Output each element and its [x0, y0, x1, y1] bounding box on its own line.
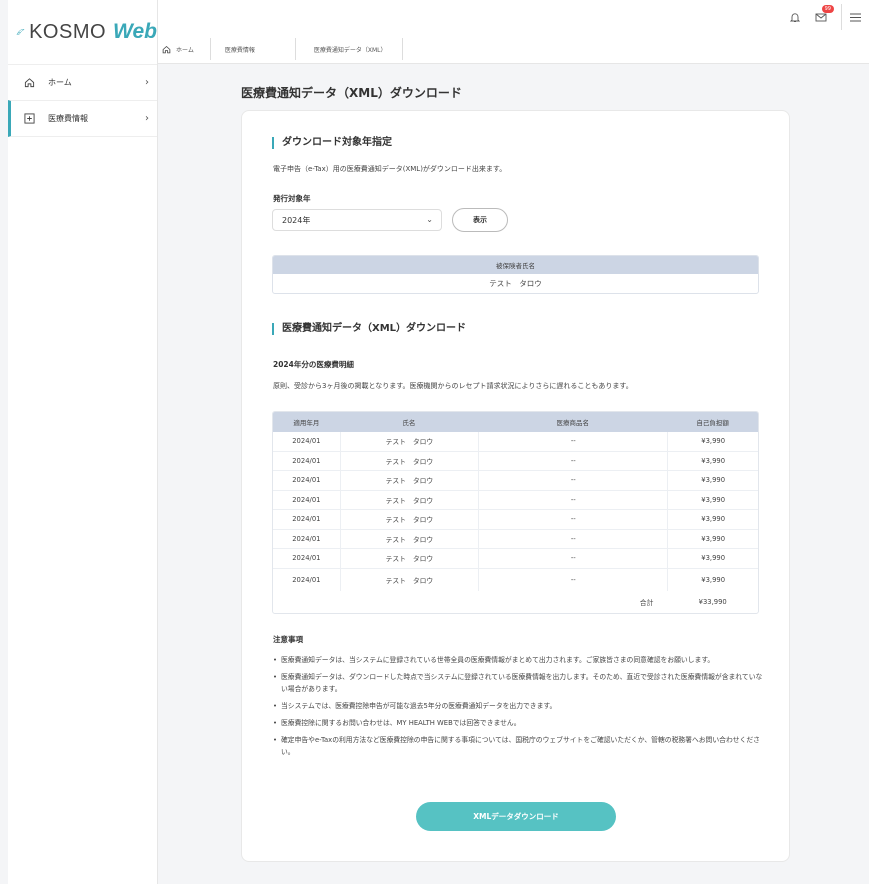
table-cell: --	[478, 529, 667, 548]
download-year-description: 電子申告（e-Tax）用の医療費通知データ(XML)がダウンロード出来ます。	[273, 165, 507, 173]
table-cell: 2024/01	[292, 495, 321, 504]
table-cell: --	[478, 490, 667, 509]
sidebar-item-label: ホーム	[48, 78, 72, 87]
table-row: 2024/01 テスト タロウ -- ¥3,990	[273, 432, 758, 452]
table-cell: ¥3,990	[667, 510, 758, 529]
table-cell: 2024/01	[292, 456, 321, 465]
table-row: 2024/01 テスト タロウ -- ¥3,990	[273, 451, 758, 471]
column-header: 医療商品名	[556, 419, 590, 427]
table-cell: 2024/01	[292, 437, 321, 446]
notes-title: 注意事項	[273, 635, 303, 644]
table-cell: テスト タロウ	[339, 510, 478, 529]
table-cell: --	[478, 432, 667, 451]
table-cell: --	[478, 568, 667, 591]
detail-title: 2024年分の医療費明細	[273, 360, 354, 369]
table-row: 2024/01 テスト タロウ -- ¥3,990	[273, 529, 758, 549]
header-icons: 99	[779, 4, 869, 30]
table-cell: ¥3,990	[667, 529, 758, 548]
logo-text: KOSMO	[29, 20, 107, 43]
note-item: 医療費通知データは、当システムに登録されている世帯全員の医療費情報がまとめて出力…	[273, 654, 768, 666]
chevron-down-icon: ⌄	[426, 215, 433, 224]
table-cell: テスト タロウ	[339, 451, 478, 470]
sidebar-item-medical-expenses[interactable]: 医療費情報 ›	[8, 100, 157, 137]
hamburger-menu-icon[interactable]	[841, 4, 869, 30]
table-cell: --	[478, 549, 667, 568]
table-cell: 2024/01	[292, 476, 321, 485]
year-label: 発行対象年	[273, 194, 311, 203]
table-cell: 2024/01	[292, 515, 321, 524]
table-cell: --	[478, 471, 667, 490]
note-item: 当システムでは、医療費控除申告が可能な過去5年分の医療費通知データを出力できます…	[273, 700, 768, 712]
table-cell: テスト タロウ	[339, 549, 478, 568]
table-row: 2024/01 テスト タロウ -- ¥3,990	[273, 549, 758, 569]
note-item: 医療費通知データは、ダウンロードした時点で当システムに登録されている医療費情報を…	[273, 671, 768, 695]
breadcrumb-item-current: 医療費通知データ（XML）	[296, 38, 404, 60]
show-button[interactable]: 表示	[452, 208, 508, 232]
mail-icon[interactable]: 99	[811, 5, 834, 27]
table-total-row: 合計 ¥33,990	[273, 591, 758, 613]
sidebar-item-label: 医療費情報	[48, 114, 88, 123]
top-bar: 99 ホーム 医療費情報 医療費通知データ（XML）	[158, 0, 869, 64]
home-icon	[22, 76, 36, 90]
table-cell: ¥3,990	[667, 568, 758, 591]
table-cell: テスト タロウ	[339, 529, 478, 548]
detail-table: 適用年月 氏名 医療商品名 自己負担額 2024/01 テスト タロウ -- ¥3,9…	[272, 411, 759, 614]
column-header: 氏名	[402, 419, 416, 427]
table-cell: --	[478, 451, 667, 470]
sidebar-item-home[interactable]: ホーム ›	[8, 64, 157, 100]
logo-icon	[16, 29, 25, 36]
insured-name: テスト タロウ	[489, 279, 542, 288]
bell-icon[interactable]	[785, 7, 805, 27]
year-select[interactable]: 2024年 ⌄	[272, 209, 442, 231]
table-row: 2024/01 テスト タロウ -- ¥3,990	[273, 490, 758, 510]
notification-badge: 99	[821, 5, 834, 13]
home-icon	[162, 45, 171, 54]
breadcrumb: ホーム 医療費情報 医療費通知データ（XML）	[158, 38, 404, 60]
table-cell: ¥3,990	[667, 490, 758, 509]
table-cell: ¥3,990	[667, 432, 758, 451]
table-cell: --	[478, 510, 667, 529]
sidebar: KOSMO Web ホーム › 医療費情報 ›	[8, 0, 158, 884]
table-row: 2024/01 テスト タロウ -- ¥3,990	[273, 510, 758, 530]
main-card: ダウンロード対象年指定 電子申告（e-Tax）用の医療費通知データ(XML)がダ…	[241, 110, 790, 862]
table-cell: 2024/01	[292, 575, 321, 584]
section-title-xml-download: 医療費通知データ（XML）ダウンロード	[272, 323, 466, 335]
notes-list: 医療費通知データは、当システムに登録されている世帯全員の医療費情報がまとめて出力…	[273, 654, 768, 763]
table-cell: テスト タロウ	[339, 568, 478, 591]
table-header-row: 適用年月 氏名 医療商品名 自己負担額	[273, 412, 758, 432]
breadcrumb-item-home[interactable]: ホーム	[158, 38, 211, 60]
table-row: 2024/01 テスト タロウ -- ¥3,990	[273, 471, 758, 491]
page-title: 医療費通知データ（XML）ダウンロード	[241, 86, 462, 100]
note-item: 医療費控除に関するお問い合わせは、MY HEALTH WEBでは回答できません。	[273, 717, 768, 729]
total-label: 合計	[639, 598, 654, 607]
chevron-right-icon: ›	[145, 113, 149, 124]
logo[interactable]: KOSMO Web	[8, 0, 157, 64]
table-cell: テスト タロウ	[339, 490, 478, 509]
insured-table: 被保険者氏名 テスト タロウ	[272, 255, 759, 294]
note-item: 確定申告やe-Taxの利用方法など医療費控除の申告に関する事項については、国税庁…	[273, 734, 768, 758]
breadcrumb-item-medical[interactable]: 医療費情報	[211, 38, 296, 60]
table-cell: テスト タロウ	[339, 432, 478, 451]
table-cell: ¥3,990	[667, 471, 758, 490]
table-cell: テスト タロウ	[339, 471, 478, 490]
detail-description: 原則、受診から3ヶ月後の掲載となります。医療機関からのレセプト請求状況によりさら…	[273, 382, 633, 390]
table-cell: ¥3,990	[667, 549, 758, 568]
xml-download-button[interactable]: XMLデータダウンロード	[416, 802, 616, 831]
table-cell: 2024/01	[292, 554, 321, 563]
column-header: 自己負担額	[696, 419, 729, 427]
section-title-download-year: ダウンロード対象年指定	[272, 137, 392, 149]
table-cell: ¥3,990	[667, 451, 758, 470]
logo-web-text: Web	[113, 20, 157, 43]
total-value: ¥33,990	[698, 597, 727, 606]
column-header: 適用年月	[293, 419, 320, 427]
plus-square-icon	[22, 112, 36, 126]
insured-header: 被保険者氏名	[273, 256, 758, 274]
table-row: 2024/01 テスト タロウ -- ¥3,990	[273, 568, 758, 591]
table-cell: 2024/01	[292, 534, 321, 543]
chevron-right-icon: ›	[145, 77, 149, 88]
